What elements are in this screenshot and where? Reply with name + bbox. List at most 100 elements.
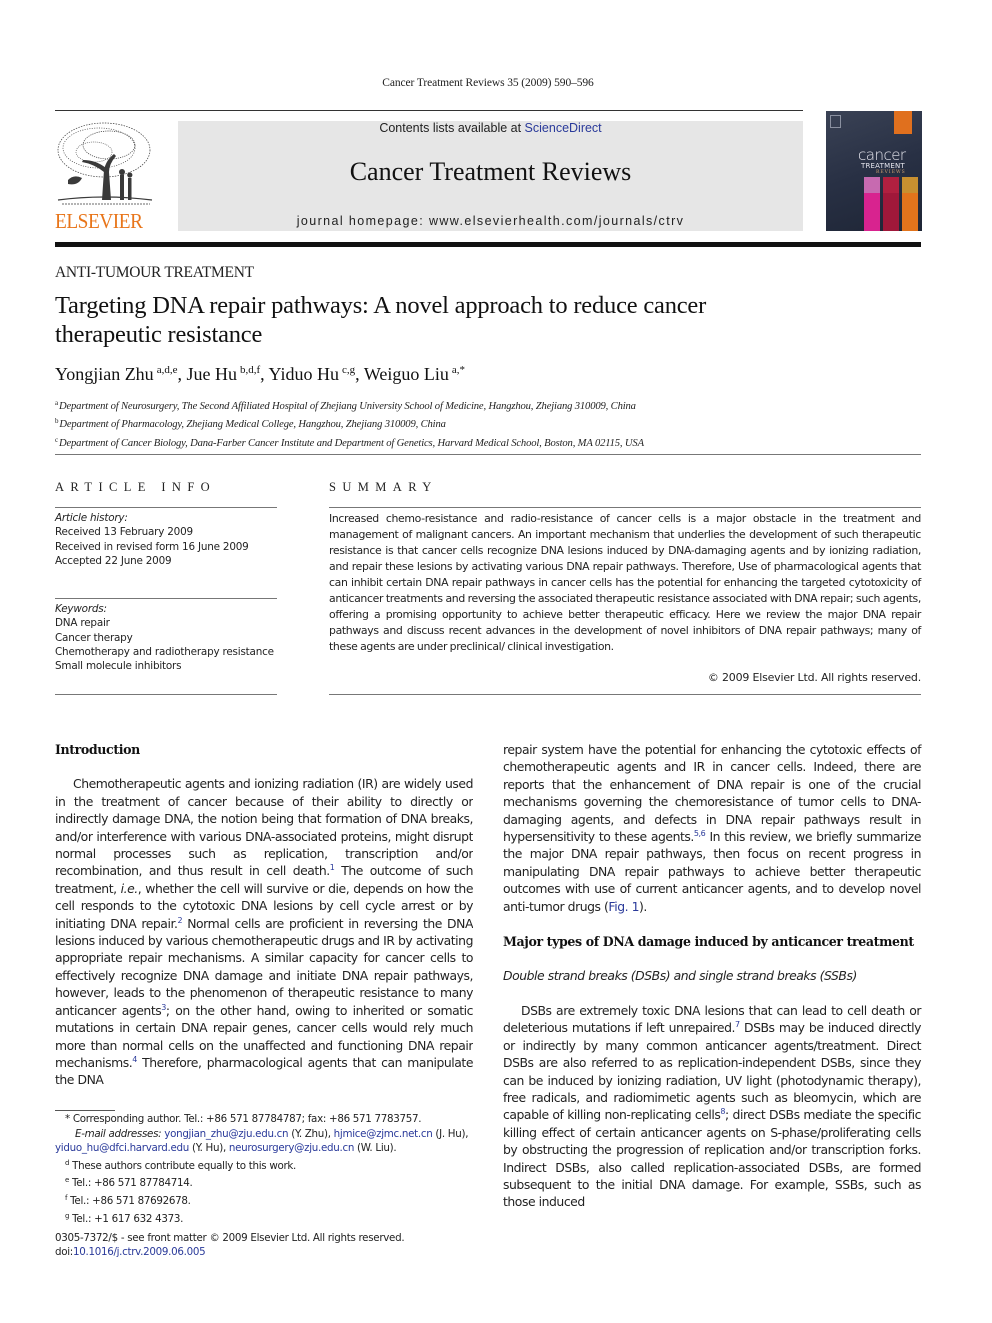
email-owner: (Y. Hu), [189,1142,229,1155]
footnote-mark: e [65,1176,70,1185]
doi-line: doi:10.1016/j.ctrv.2009.06.005 [55,1245,404,1259]
journal-homepage-link[interactable]: journal homepage: www.elsevierhealth.com… [178,214,803,228]
affiliation-mark: c [55,435,58,444]
summary-heading: SUMMARY [329,480,438,494]
article-info-bottom-rule [55,694,277,695]
author-name[interactable]: Yongjian Zhu [55,364,154,384]
footnote-mark: d [65,1158,70,1167]
cover-bar-magenta [864,177,880,231]
history-item: Accepted 22 June 2009 [55,554,172,567]
intro-heading: Introduction [55,742,140,757]
author-affil-marks: b,d,f [239,364,261,376]
intro-paragraph: Chemotherapeutic agents and ionizing rad… [55,775,473,1123]
footnote-item: e Tel.: +86 571 87784714. [55,1173,475,1191]
text-run-italic: i.e. [120,880,139,896]
email-link[interactable]: yiduo_hu@dfci.harvard.edu [55,1142,189,1154]
author-list: Yongjian Zhu a,d,e, Jue Hu b,d,f, Yiduo Hu… [55,364,465,385]
doi-prefix: doi: [55,1246,73,1259]
intro-paragraph-continued: repair system have the potential for enh… [503,741,921,915]
article-title: Targeting DNA repair pathways: A novel a… [55,291,855,349]
footnote-rule [55,1110,115,1111]
article-title-line2: therapeutic resistance [55,321,263,348]
email-owner: (W. Liu). [354,1142,397,1155]
summary-rule [329,507,921,508]
author-affil-marks: a,* [451,364,465,376]
affiliation-text: Department of Pharmacology, Zhejiang Med… [59,419,446,431]
keyword-item: Chemotherapy and radiotherapy resistance [55,645,274,658]
author-separator: , [355,364,364,384]
affiliation-item: cDepartment of Cancer Biology, Dana-Farb… [55,433,644,451]
dsb-ssb-subheading: Double strand breaks (DSBs) and single s… [503,968,857,984]
body-right-column: repair system have the potential for enh… [503,741,921,1211]
cover-bar-crimson [883,177,899,231]
email-link[interactable]: neurosurgery@zju.edu.cn [229,1142,354,1154]
affiliations: aDepartment of Neurosurgery, The Second … [55,396,644,451]
summary-bottom-rule [329,694,921,695]
email-addresses: E-mail addresses: yongjian_zhu@zju.edu.c… [55,1127,475,1156]
author-name[interactable]: Jue Hu [186,364,237,384]
cover-emblem-icon [830,115,841,128]
running-head: Cancer Treatment Reviews 35 (2009) 590–5… [382,77,594,89]
article-title-line1: Targeting DNA repair pathways: A novel a… [55,292,707,319]
affiliation-text: Department of Cancer Biology, Dana-Farbe… [58,437,644,449]
header-rule [55,110,803,111]
history-item: Received in revised form 16 June 2009 [55,540,249,553]
footnote-mark: f [65,1193,68,1202]
keyword-item: Cancer therapy [55,631,133,644]
cover-accent [894,111,912,134]
journal-banner: Contents lists available at ScienceDirec… [178,121,803,231]
elsevier-wordmark: ELSEVIER [55,209,143,233]
issn-line: 0305-7372/$ - see front matter © 2009 El… [55,1232,405,1244]
citation-link[interactable]: 5,6 [694,829,706,838]
footnote-text: Tel.: +86 571 87784714. [72,1177,193,1190]
contents-prefix: Contents lists available at [379,121,525,135]
journal-cover-thumbnail[interactable]: cancer TREATMENT REVIEWS [826,111,922,231]
text-run: ). [639,898,647,914]
history-item: Received 13 February 2009 [55,526,193,539]
figure-link[interactable]: Fig. 1 [608,899,639,914]
journal-title: Cancer Treatment Reviews [349,157,632,186]
affiliations-rule [55,454,921,455]
issn-doi-block: 0305-7372/$ - see front matter © 2009 El… [55,1231,405,1260]
affiliation-mark: b [55,417,59,426]
footnote-mark: g [65,1211,70,1220]
elsevier-tree-icon [57,122,153,205]
author-affil-marks: a,d,e [156,364,178,376]
article-info-rule [55,507,277,508]
text-run: ; direct DSBs mediate the specific killi… [503,1107,921,1210]
corresponding-author-note: * Corresponding author. Tel.: +86 571 87… [65,1113,422,1125]
keyword-item: DNA repair [55,617,110,630]
contents-line: Contents lists available at ScienceDirec… [178,121,803,135]
keywords-rule [55,598,277,599]
summary-text: Increased chemo-resistance and radio-res… [329,512,921,653]
email-label: E-mail addresses: [75,1127,162,1140]
footnote-text: Tel.: +1 617 632 4373. [72,1212,184,1225]
keyword-item: Small molecule inhibitors [55,660,182,673]
keywords-label: Keywords: [55,603,107,615]
summary-copyright: © 2009 Elsevier Ltd. All rights reserved… [707,671,921,684]
affiliation-mark: a [55,399,58,407]
email-link[interactable]: hjmice@zjmc.net.cn [334,1128,433,1140]
article-history: Article history: Received 13 February 20… [55,511,249,568]
footnote-item: f Tel.: +86 571 87692678. [55,1191,475,1209]
affiliation-text: Department of Neurosurgery, The Second A… [58,401,636,412]
cover-bar-orange [902,177,918,231]
email-owner: (Y. Zhu), [288,1127,334,1140]
email-link[interactable]: yongjian_zhu@zju.edu.cn [164,1128,288,1140]
affiliation-item: bDepartment of Pharmacology, Zhejiang Me… [55,414,644,432]
section-label: ANTI-TUMOUR TREATMENT [55,264,254,281]
article-info-heading: ARTICLE INFO [55,480,217,494]
footnote-item: d These authors contribute equally to thi… [55,1156,475,1174]
footnote-text: Tel.: +86 571 87692678. [70,1194,191,1207]
elsevier-logo[interactable]: ELSEVIER [54,120,154,236]
masthead-rule [55,242,921,247]
doi-link[interactable]: 10.1016/j.ctrv.2009.06.005 [73,1246,206,1258]
major-types-heading: Major types of DNA damage induced by ant… [503,934,914,950]
author-affil-marks: c,g [341,364,356,376]
author-name[interactable]: Weiguo Liu [364,364,449,384]
dsb-paragraph: DSBs are extremely toxic DNA lesions tha… [503,1002,921,1211]
sciencedirect-link[interactable]: ScienceDirect [525,121,602,135]
email-owner: (J. Hu), [432,1127,469,1140]
keywords: Keywords: DNA repair Cancer therapy Chem… [55,602,274,673]
author-name[interactable]: Yiduo Hu [268,364,339,384]
